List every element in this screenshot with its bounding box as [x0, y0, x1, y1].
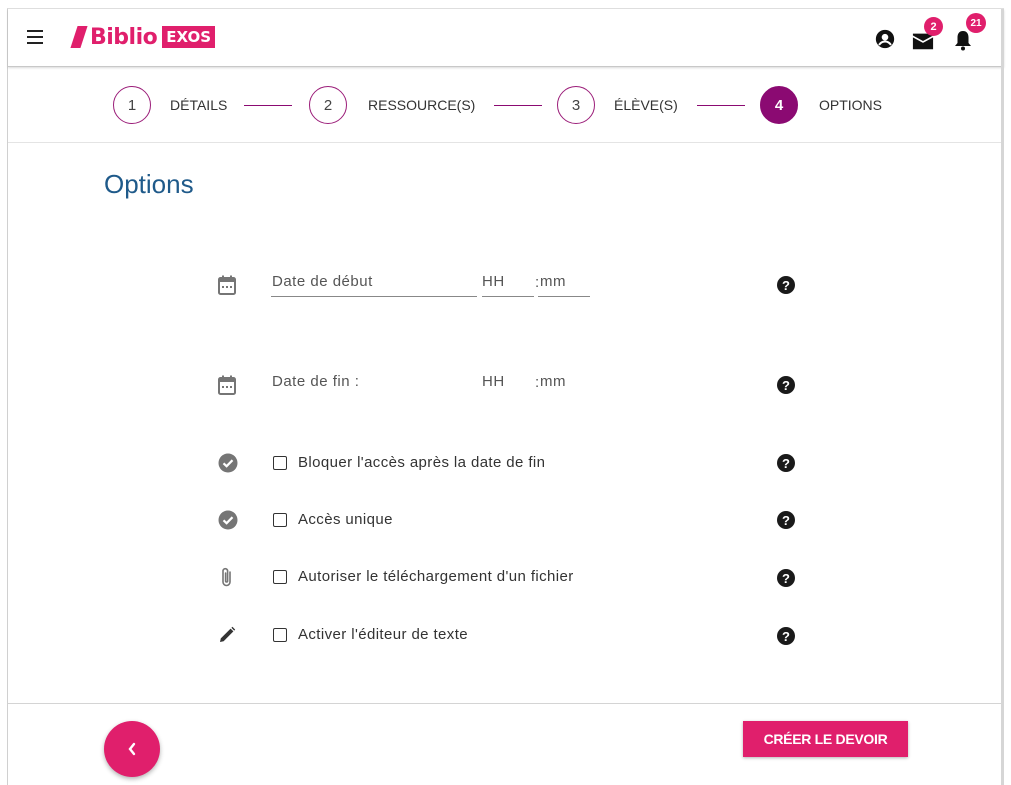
check-circle-icon: [218, 510, 238, 530]
step-connector: [244, 105, 292, 106]
start-hours-input[interactable]: HH: [482, 273, 505, 290]
start-date-input[interactable]: Date de début: [272, 273, 373, 290]
calendar-icon: [218, 275, 238, 295]
logo-text: Biblio: [90, 24, 158, 50]
mail-icon[interactable]: 2: [912, 17, 943, 51]
start-minutes-input[interactable]: mm: [540, 273, 566, 290]
unique-access-checkbox[interactable]: [273, 513, 287, 527]
unique-access-label[interactable]: Accès unique: [298, 511, 393, 528]
scrollbar[interactable]: [1001, 9, 1004, 785]
time-separator: :: [535, 274, 540, 291]
block-access-label[interactable]: Bloquer l'accès après la date de fin: [298, 454, 545, 471]
start-minutes-underline: [538, 296, 590, 297]
step-2-label[interactable]: RESSOURCE(S): [368, 97, 475, 113]
allow-upload-label[interactable]: Autoriser le téléchargement d'un fichier: [298, 568, 574, 585]
step-2-circle[interactable]: 2: [309, 86, 347, 124]
messages-badge: 2: [924, 17, 943, 36]
time-separator: :: [535, 374, 540, 391]
menu-icon[interactable]: [27, 30, 43, 44]
back-button[interactable]: [104, 721, 160, 777]
step-connector: [697, 105, 745, 106]
notifications-badge: 21: [966, 13, 986, 33]
paperclip-icon: [220, 566, 240, 587]
create-homework-button[interactable]: CRÉER LE DEVOIR: [743, 721, 908, 757]
help-icon[interactable]: ?: [777, 627, 795, 645]
page-title: Options: [104, 169, 194, 199]
stepper: 1 DÉTAILS 2 RESSOURCE(S) 3 ÉLÈVE(S) 4 OP…: [8, 68, 1004, 143]
help-icon[interactable]: ?: [777, 276, 795, 294]
account-icon[interactable]: [874, 28, 896, 50]
end-minutes-input[interactable]: mm: [540, 373, 566, 390]
logo[interactable]: Biblio EXOS: [70, 24, 216, 50]
help-icon[interactable]: ?: [777, 569, 795, 587]
top-bar: Biblio EXOS 2 21: [8, 9, 1004, 67]
end-hours-input[interactable]: HH: [482, 373, 505, 390]
logo-badge: EXOS: [162, 26, 216, 48]
logo-slash: [70, 26, 88, 48]
help-icon[interactable]: ?: [777, 376, 795, 394]
block-access-checkbox[interactable]: [273, 456, 287, 470]
pencil-icon: [218, 626, 238, 646]
allow-upload-checkbox[interactable]: [273, 570, 287, 584]
bell-icon[interactable]: 21: [953, 13, 986, 51]
text-editor-checkbox[interactable]: [273, 628, 287, 642]
text-editor-label[interactable]: Activer l'éditeur de texte: [298, 626, 468, 643]
footer-divider: [8, 703, 1004, 704]
app-frame: Biblio EXOS 2 21 1 DÉTAILS 2 RESSOURCE(S…: [7, 8, 1004, 785]
help-icon[interactable]: ?: [777, 511, 795, 529]
step-3-label[interactable]: ÉLÈVE(S): [614, 97, 678, 113]
step-4-circle[interactable]: 4: [760, 86, 798, 124]
calendar-icon: [218, 375, 238, 395]
start-hours-underline: [482, 296, 534, 297]
step-connector: [494, 105, 542, 106]
step-3-circle[interactable]: 3: [557, 86, 595, 124]
check-circle-icon: [218, 453, 238, 473]
step-4-label[interactable]: OPTIONS: [819, 97, 882, 113]
end-date-label[interactable]: Date de fin :: [272, 373, 359, 390]
chevron-left-icon: [128, 742, 136, 756]
start-date-underline: [271, 296, 477, 297]
help-icon[interactable]: ?: [777, 454, 795, 472]
step-1-label[interactable]: DÉTAILS: [170, 97, 227, 113]
step-1-circle[interactable]: 1: [113, 86, 151, 124]
